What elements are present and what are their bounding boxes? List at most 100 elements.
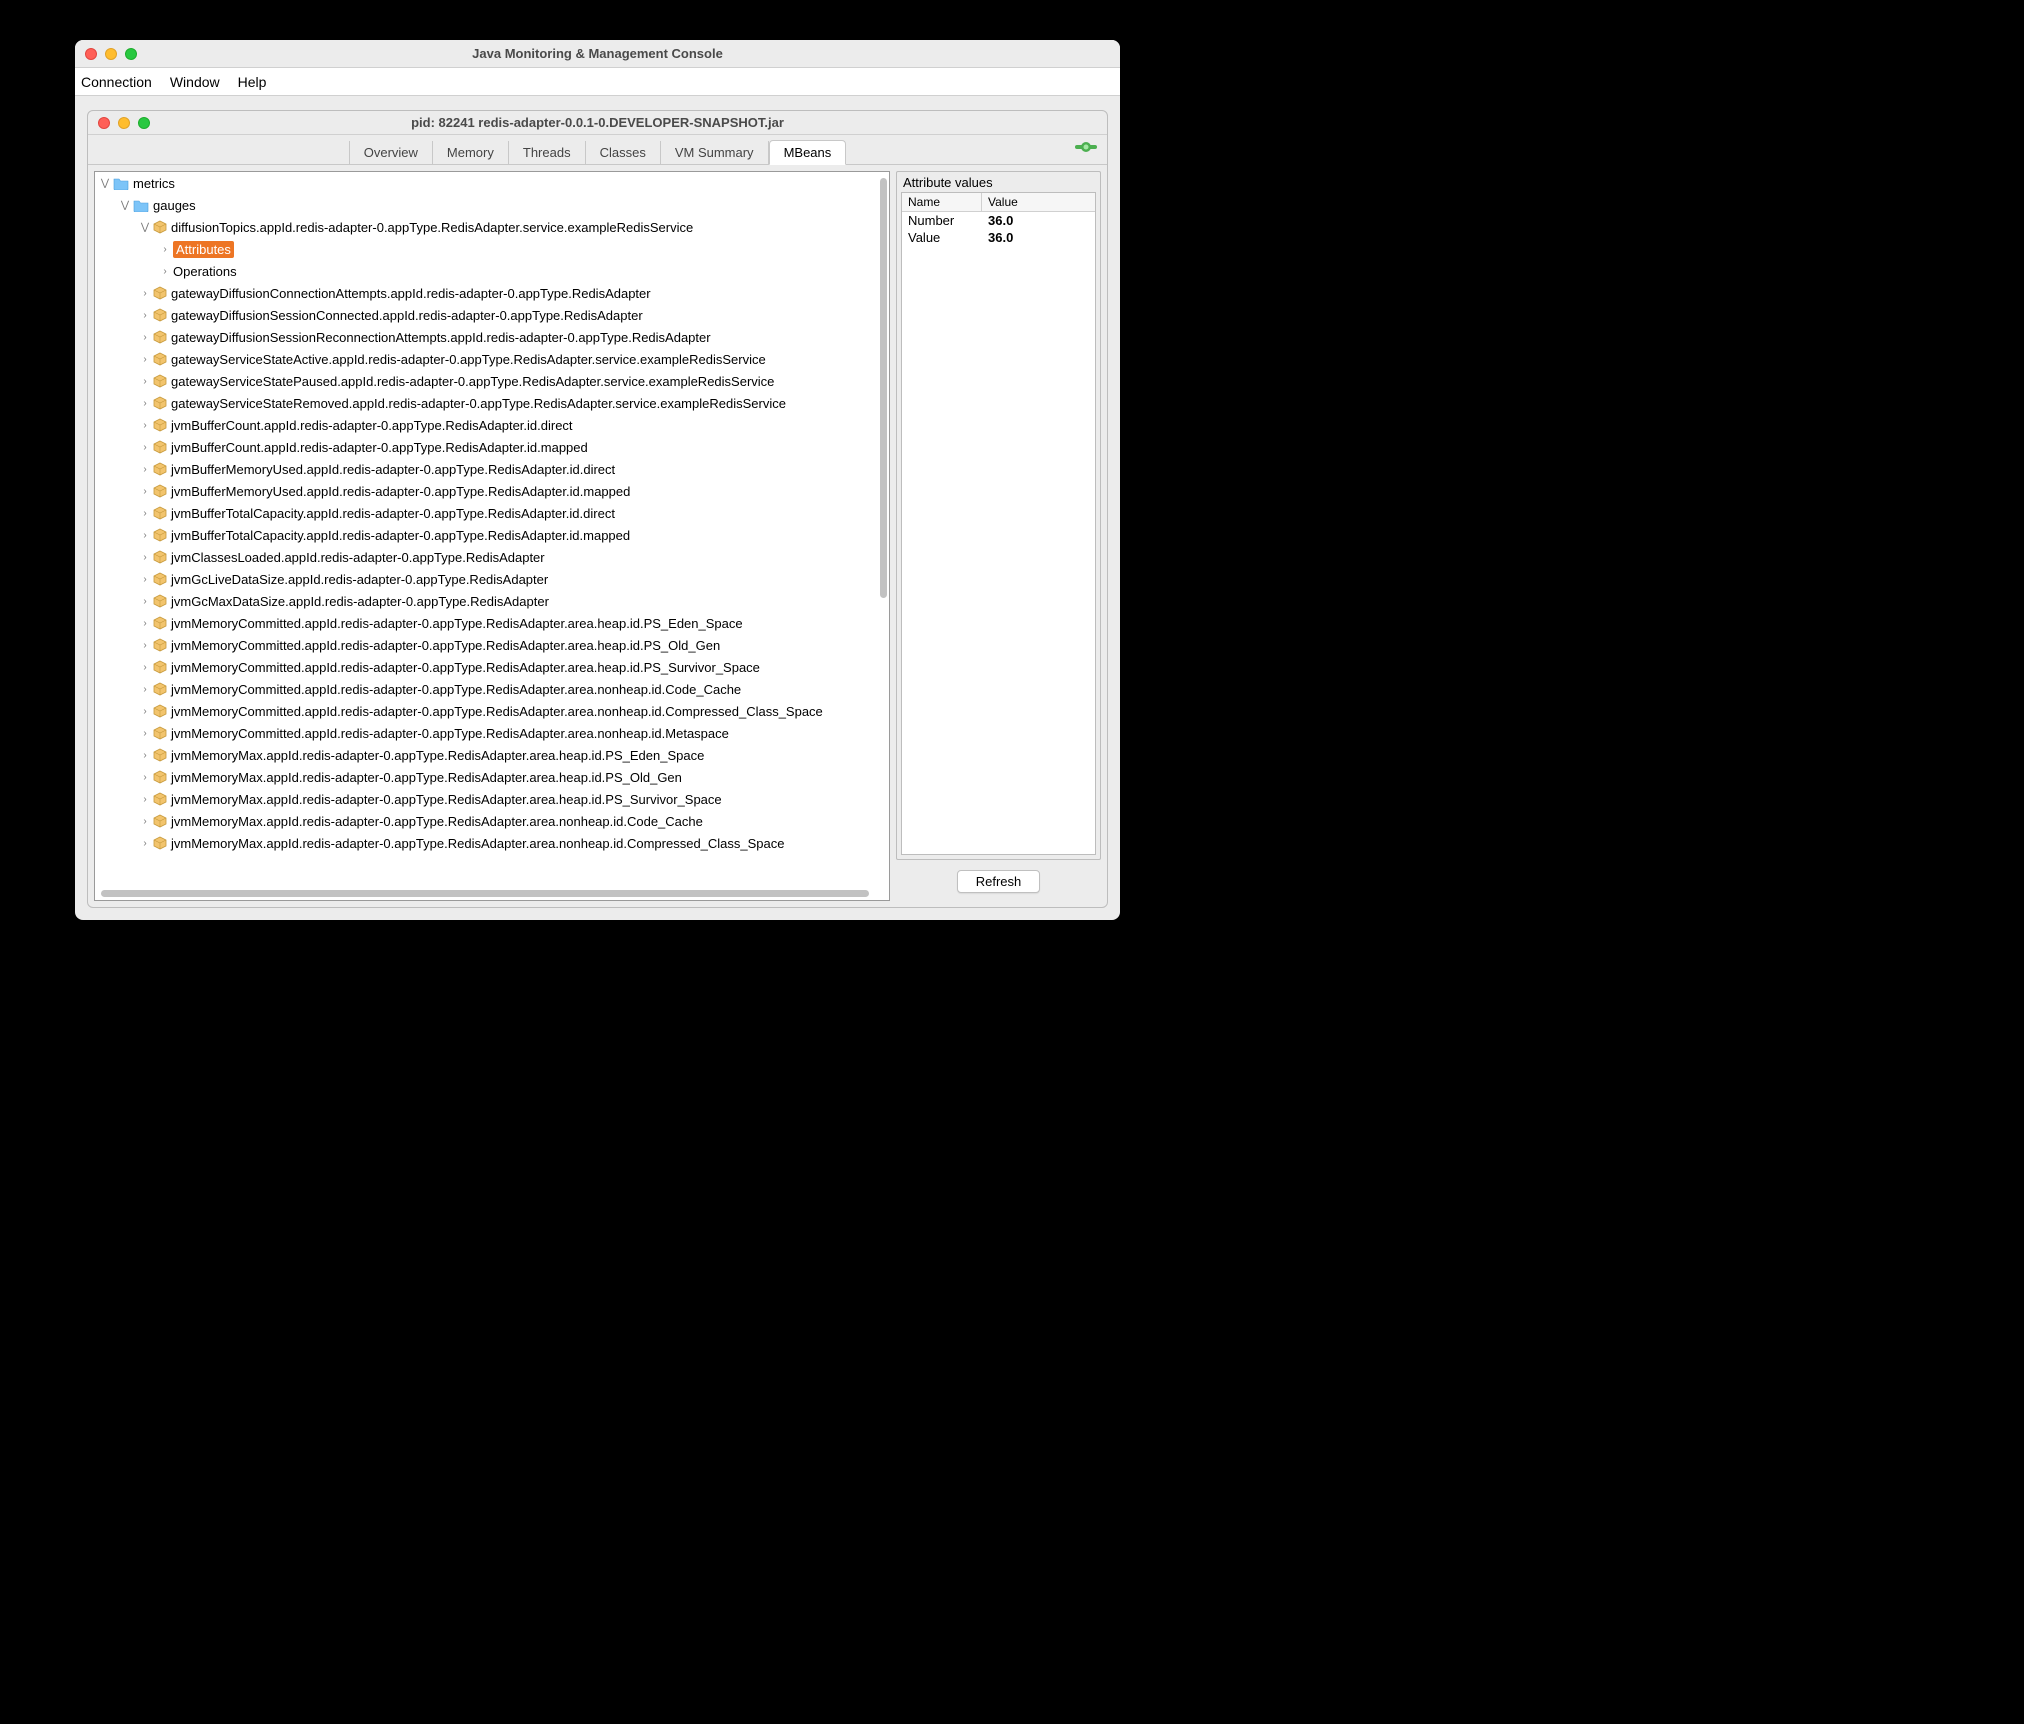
tree-bean[interactable]: › jvmMemoryCommitted.appId.redis-adapter-… xyxy=(95,612,889,634)
tree-bean[interactable]: ⋁diffusionTopics.appId.redis-adapter-0.a… xyxy=(95,216,889,238)
folder-icon xyxy=(113,176,129,190)
disclosure-icon[interactable]: › xyxy=(139,750,151,761)
tree-label: jvmGcMaxDataSize.appId.redis-adapter-0.a… xyxy=(171,594,549,609)
tree-bean[interactable]: ›gatewayDiffusionSessionConnected.appId.… xyxy=(95,304,889,326)
disclosure-icon[interactable]: › xyxy=(139,662,151,673)
attr-row[interactable]: Number 36.0 xyxy=(902,212,1095,229)
disclosure-icon[interactable]: › xyxy=(139,838,151,849)
menu-window[interactable]: Window xyxy=(170,74,220,90)
tree-bean[interactable]: ›gatewayServiceStateRemoved.appId.redis-… xyxy=(95,392,889,414)
tree-bean[interactable]: › gatewayServiceStatePaused.appId.redis-a… xyxy=(95,370,889,392)
tree-bean[interactable]: ›jvmMemoryMax.appId.redis-adapter-0.appT… xyxy=(95,832,889,854)
tree-bean[interactable]: › jvmMemoryCommitted.appId.redis-adapter-… xyxy=(95,700,889,722)
bean-icon xyxy=(153,418,167,432)
disclosure-icon[interactable]: › xyxy=(139,354,151,365)
tree-bean[interactable]: › jvmBufferCount.appId.redis-adapter-0.ap… xyxy=(95,414,889,436)
bean-icon xyxy=(153,792,167,806)
disclosure-icon[interactable]: ⋁ xyxy=(119,200,131,211)
tree-bean[interactable]: › jvmBufferTotalCapacity.appId.redis-adap… xyxy=(95,524,889,546)
tree-label: Attributes xyxy=(173,241,234,258)
attribute-panel: Attribute values Name Value Number 36.0 … xyxy=(896,171,1101,901)
tree-label: jvmBufferTotalCapacity.appId.redis-adapt… xyxy=(171,528,630,543)
tree-bean[interactable]: ›jvmMemoryMax.appId.redis-adapter-0.appT… xyxy=(95,744,889,766)
mbean-tree-pane[interactable]: ⋁metrics⋁gauges⋁diffusionTopics.appId.re… xyxy=(94,171,890,901)
tree-bean[interactable]: ›jvmBufferCount.appId.redis-adapter-0.ap… xyxy=(95,436,889,458)
tree-bean[interactable]: ›jvmGcLiveDataSize.appId.redis-adapter-0… xyxy=(95,568,889,590)
tree-label: metrics xyxy=(133,176,175,191)
disclosure-icon[interactable]: › xyxy=(139,816,151,827)
tree-bean-child[interactable]: ›Operations xyxy=(95,260,889,282)
tree-bean[interactable]: ›jvmMemoryCommitted.appId.redis-adapter-… xyxy=(95,722,889,744)
tree-label: jvmMemoryCommitted.appId.redis-adapter-0… xyxy=(171,704,823,719)
tree-bean[interactable]: ›jvmMemoryMax.appId.redis-adapter-0.appT… xyxy=(95,810,889,832)
refresh-button[interactable]: Refresh xyxy=(957,870,1041,893)
tree-bean[interactable]: ›gatewayServiceStateActive.appId.redis-a… xyxy=(95,348,889,370)
tree-label: jvmBufferCount.appId.redis-adapter-0.app… xyxy=(171,418,573,433)
tree-label: gatewayServiceStatePaused.appId.redis-ad… xyxy=(171,374,774,389)
disclosure-icon[interactable]: › xyxy=(139,728,151,739)
tree-label: jvmMemoryCommitted.appId.redis-adapter-0… xyxy=(171,616,743,631)
attr-cell-value: 36.0 xyxy=(982,212,1019,229)
bean-icon xyxy=(153,836,167,850)
disclosure-icon[interactable]: › xyxy=(139,398,151,409)
disclosure-icon[interactable]: › xyxy=(139,772,151,783)
disclosure-icon[interactable]: › xyxy=(139,684,151,695)
disclosure-icon[interactable]: › xyxy=(139,640,151,651)
disclosure-icon[interactable]: ⋁ xyxy=(99,178,111,189)
tree-bean[interactable]: ›jvmClassesLoaded.appId.redis-adapter-0.… xyxy=(95,546,889,568)
tab-classes[interactable]: Classes xyxy=(586,141,661,164)
tree-label: gatewayDiffusionConnectionAttempts.appId… xyxy=(171,286,651,301)
tree-bean[interactable]: ›jvmMemoryMax.appId.redis-adapter-0.appT… xyxy=(95,766,889,788)
menu-connection[interactable]: Connection xyxy=(81,74,152,90)
tab-overview[interactable]: Overview xyxy=(349,141,433,164)
tree-folder-metrics[interactable]: ⋁ metrics xyxy=(95,172,889,194)
menu-help[interactable]: Help xyxy=(238,74,267,90)
tree-bean[interactable]: › gatewayDiffusionConnectionAttempts.appI… xyxy=(95,282,889,304)
tree-bean-child[interactable]: ›Attributes xyxy=(95,238,889,260)
tab-mbeans[interactable]: MBeans xyxy=(769,140,847,165)
tree-bean[interactable]: ›jvmBufferMemoryUsed.appId.redis-adapter… xyxy=(95,480,889,502)
disclosure-icon[interactable]: › xyxy=(139,508,151,519)
disclosure-icon[interactable]: › xyxy=(159,266,171,277)
disclosure-icon[interactable]: › xyxy=(139,794,151,805)
bean-icon xyxy=(153,814,167,828)
disclosure-icon[interactable]: › xyxy=(139,530,151,541)
disclosure-icon[interactable]: › xyxy=(139,288,151,299)
bean-icon xyxy=(153,286,167,300)
disclosure-icon[interactable]: › xyxy=(139,376,151,387)
disclosure-icon[interactable]: › xyxy=(139,420,151,431)
disclosure-icon[interactable]: › xyxy=(139,552,151,563)
outer-titlebar: Java Monitoring & Management Console xyxy=(75,40,1120,68)
tree-folder-gauges[interactable]: ⋁gauges xyxy=(95,194,889,216)
tree-bean[interactable]: › jvmGcMaxDataSize.appId.redis-adapter-0.… xyxy=(95,590,889,612)
attr-col-value[interactable]: Value xyxy=(982,193,1024,211)
disclosure-icon[interactable]: › xyxy=(139,706,151,717)
attr-row[interactable]: Value 36.0 xyxy=(902,229,1095,246)
tree-bean[interactable]: ›jvmBufferTotalCapacity.appId.redis-adap… xyxy=(95,502,889,524)
disclosure-icon[interactable]: › xyxy=(159,244,171,255)
bean-icon xyxy=(153,726,167,740)
tab-threads[interactable]: Threads xyxy=(509,141,586,164)
tree-label: gatewayDiffusionSessionReconnectionAttem… xyxy=(171,330,711,345)
tree-bean[interactable]: ›jvmMemoryCommitted.appId.redis-adapter-… xyxy=(95,634,889,656)
disclosure-icon[interactable]: ⋁ xyxy=(139,222,151,233)
scrollbar-vertical[interactable] xyxy=(880,178,887,598)
tab-vm-summary[interactable]: VM Summary xyxy=(661,141,769,164)
scrollbar-horizontal[interactable] xyxy=(101,890,869,897)
disclosure-icon[interactable]: › xyxy=(139,332,151,343)
disclosure-icon[interactable]: › xyxy=(139,574,151,585)
disclosure-icon[interactable]: › xyxy=(139,486,151,497)
tab-memory[interactable]: Memory xyxy=(433,141,509,164)
disclosure-icon[interactable]: › xyxy=(139,464,151,475)
disclosure-icon[interactable]: › xyxy=(139,618,151,629)
disclosure-icon[interactable]: › xyxy=(139,442,151,453)
attr-col-name[interactable]: Name xyxy=(902,193,982,211)
disclosure-icon[interactable]: › xyxy=(139,596,151,607)
tree-bean[interactable]: ›jvmBufferMemoryUsed.appId.redis-adapter… xyxy=(95,458,889,480)
bean-icon xyxy=(153,506,167,520)
tree-bean[interactable]: ›jvmMemoryCommitted.appId.redis-adapter-… xyxy=(95,678,889,700)
disclosure-icon[interactable]: › xyxy=(139,310,151,321)
tree-bean[interactable]: ›jvmMemoryMax.appId.redis-adapter-0.appT… xyxy=(95,788,889,810)
tree-bean[interactable]: ›jvmMemoryCommitted.appId.redis-adapter-… xyxy=(95,656,889,678)
tree-bean[interactable]: › gatewayDiffusionSessionReconnectionAtte… xyxy=(95,326,889,348)
